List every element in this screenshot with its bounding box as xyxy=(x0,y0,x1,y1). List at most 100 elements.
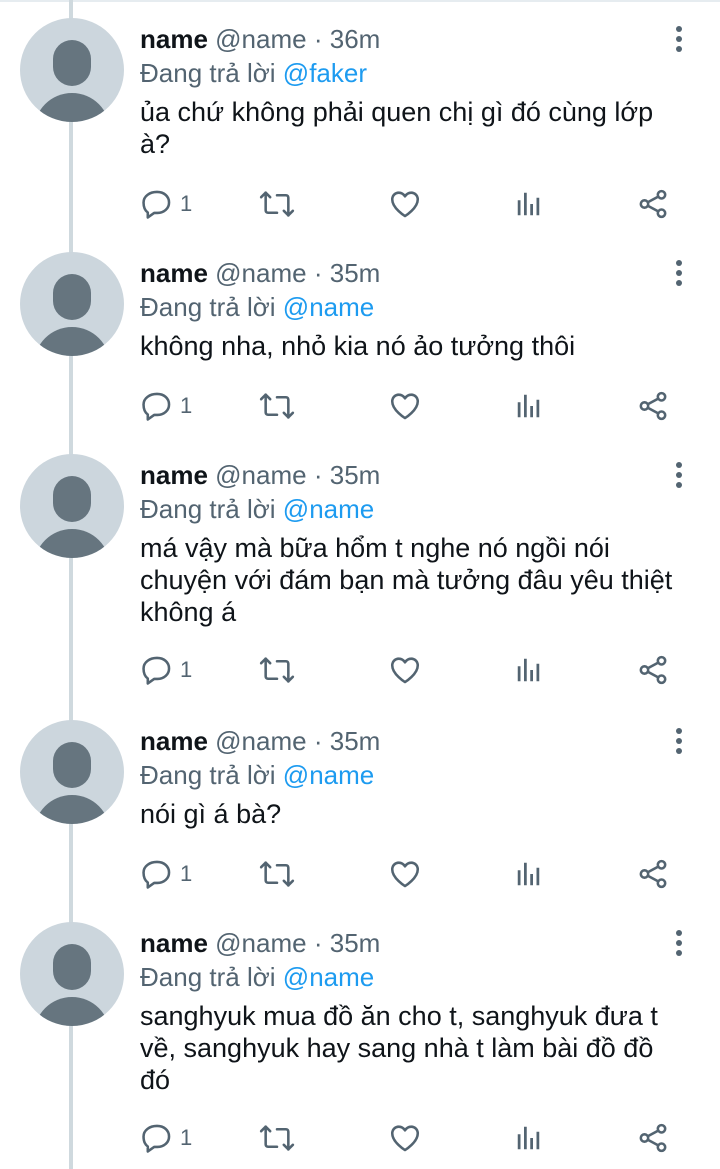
reply-button[interactable]: 1 xyxy=(140,386,192,426)
reply-handle-link[interactable]: @name xyxy=(283,292,374,322)
timestamp[interactable]: 35m xyxy=(330,460,381,490)
retweet-icon xyxy=(258,857,296,891)
avatar[interactable] xyxy=(20,720,124,824)
separator-dot: · xyxy=(313,928,323,958)
display-name[interactable]: name xyxy=(140,24,208,54)
like-button[interactable] xyxy=(388,184,422,224)
avatar[interactable] xyxy=(20,922,124,1026)
reply-prefix: Đang trả lời xyxy=(140,760,276,790)
heart-icon xyxy=(388,857,422,891)
retweet-button[interactable] xyxy=(258,386,296,426)
reply-handle-link[interactable]: @faker xyxy=(283,58,367,88)
tweet-header: name @name · 35m xyxy=(140,926,685,960)
avatar[interactable] xyxy=(20,454,124,558)
tweet[interactable]: name @name · 35m Đang trả lời @name má v… xyxy=(0,436,720,696)
display-name[interactable]: name xyxy=(140,726,208,756)
reply-context: Đang trả lời @name xyxy=(140,960,685,994)
reply-count: 1 xyxy=(180,393,193,418)
avatar[interactable] xyxy=(20,18,124,122)
tweet-header: name @name · 35m xyxy=(140,256,685,290)
user-handle[interactable]: @name xyxy=(215,460,306,490)
avatar[interactable] xyxy=(20,252,124,356)
reply-prefix: Đang trả lời xyxy=(140,292,276,322)
timestamp[interactable]: 35m xyxy=(330,928,381,958)
analytics-button[interactable] xyxy=(514,184,544,224)
tweet-text: sanghyuk mua đồ ăn cho t, sanghyuk đưa t… xyxy=(140,1001,658,1095)
analytics-button[interactable] xyxy=(514,1118,544,1158)
reply-count: 1 xyxy=(180,1125,193,1150)
retweet-button[interactable] xyxy=(258,184,296,224)
tweet-text: má vậy mà bữa hổm t nghe nó ngồi nói chu… xyxy=(140,533,673,627)
more-icon[interactable] xyxy=(670,930,690,956)
share-icon xyxy=(636,653,670,687)
reply-context: Đang trả lời @name xyxy=(140,492,685,526)
reply-button[interactable]: 1 xyxy=(140,854,192,894)
share-button[interactable] xyxy=(636,1118,670,1158)
heart-icon xyxy=(388,389,422,423)
display-name[interactable]: name xyxy=(140,460,208,490)
reply-icon xyxy=(140,653,174,687)
heart-icon xyxy=(388,1121,422,1155)
share-button[interactable] xyxy=(636,650,670,690)
separator-dot: · xyxy=(313,24,323,54)
reply-button[interactable]: 1 xyxy=(140,1118,192,1158)
tweet-header: name @name · 36m xyxy=(140,22,685,56)
like-button[interactable] xyxy=(388,386,422,426)
like-button[interactable] xyxy=(388,650,422,690)
like-button[interactable] xyxy=(388,1118,422,1158)
user-handle[interactable]: @name xyxy=(215,258,306,288)
more-icon[interactable] xyxy=(670,462,690,488)
more-icon[interactable] xyxy=(670,728,690,754)
analytics-button[interactable] xyxy=(514,386,544,426)
reply-handle-link[interactable]: @name xyxy=(283,760,374,790)
tweet[interactable]: name @name · 35m Đang trả lời @name khôn… xyxy=(0,234,720,434)
tweet-header: name @name · 35m xyxy=(140,458,685,492)
reply-context: Đang trả lời @faker xyxy=(140,56,685,90)
tweet-text: ủa chứ không phải quen chị gì đó cùng lớ… xyxy=(140,97,654,159)
reply-context: Đang trả lời @name xyxy=(140,290,685,324)
reply-handle-link[interactable]: @name xyxy=(283,962,374,992)
share-button[interactable] xyxy=(636,854,670,894)
share-button[interactable] xyxy=(636,184,670,224)
more-icon[interactable] xyxy=(670,260,690,286)
retweet-button[interactable] xyxy=(258,650,296,690)
retweet-icon xyxy=(258,187,296,221)
reply-prefix: Đang trả lời xyxy=(140,58,276,88)
user-handle[interactable]: @name xyxy=(215,928,306,958)
reply-button[interactable]: 1 xyxy=(140,650,192,690)
action-bar: 1 xyxy=(140,184,685,224)
reply-icon xyxy=(140,857,174,891)
reply-count: 1 xyxy=(180,861,193,886)
reply-count: 1 xyxy=(180,191,193,216)
reply-prefix: Đang trả lời xyxy=(140,494,276,524)
retweet-button[interactable] xyxy=(258,854,296,894)
action-bar: 1 xyxy=(140,1118,685,1158)
share-icon xyxy=(636,857,670,891)
timestamp[interactable]: 35m xyxy=(330,726,381,756)
action-bar: 1 xyxy=(140,650,685,690)
reply-button[interactable]: 1 xyxy=(140,184,192,224)
tweet[interactable]: name @name · 36m Đang trả lời @faker ủa … xyxy=(0,0,720,240)
share-icon xyxy=(636,187,670,221)
separator-dot: · xyxy=(313,460,323,490)
tweet[interactable]: name @name · 35m Đang trả lời @name nói … xyxy=(0,702,720,902)
timestamp[interactable]: 36m xyxy=(330,24,381,54)
reply-icon xyxy=(140,389,174,423)
analytics-button[interactable] xyxy=(514,854,544,894)
display-name[interactable]: name xyxy=(140,928,208,958)
display-name[interactable]: name xyxy=(140,258,208,288)
user-handle[interactable]: @name xyxy=(215,24,306,54)
more-icon[interactable] xyxy=(670,26,690,52)
retweet-button[interactable] xyxy=(258,1118,296,1158)
user-handle[interactable]: @name xyxy=(215,726,306,756)
timestamp[interactable]: 35m xyxy=(330,258,381,288)
analytics-icon xyxy=(514,1123,544,1153)
tweet[interactable]: name @name · 35m Đang trả lời @name sang… xyxy=(0,904,720,1169)
reply-handle-link[interactable]: @name xyxy=(283,494,374,524)
tweet-header: name @name · 35m xyxy=(140,724,685,758)
like-button[interactable] xyxy=(388,854,422,894)
share-button[interactable] xyxy=(636,386,670,426)
analytics-button[interactable] xyxy=(514,650,544,690)
retweet-icon xyxy=(258,1121,296,1155)
analytics-icon xyxy=(514,391,544,421)
